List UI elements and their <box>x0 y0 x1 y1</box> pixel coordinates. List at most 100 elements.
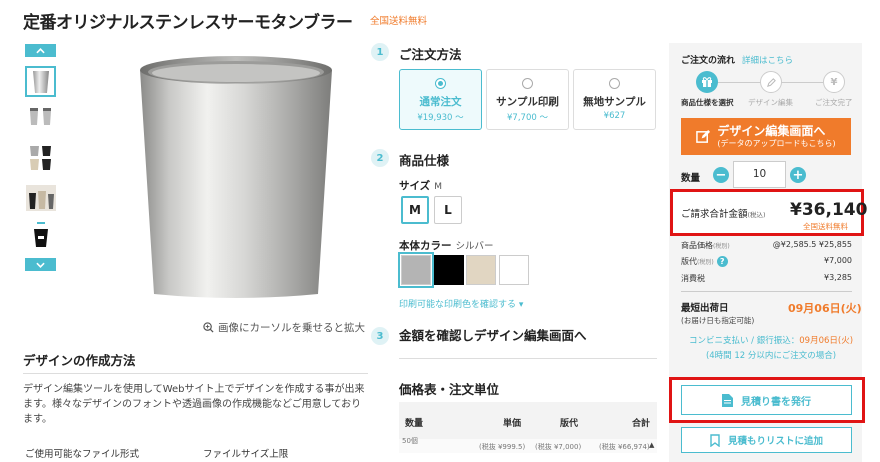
print-colors-link[interactable]: 印刷可能な印刷色を確認する ▾ <box>399 297 523 310</box>
step-number: 3 <box>371 327 389 345</box>
file-format-label: ご使用可能なファイル形式 <box>25 449 140 460</box>
tumbler-thumb-image <box>33 221 48 247</box>
add-to-quote-list-label: 見積もりリストに追加 <box>727 436 823 447</box>
color-current: シルバー <box>455 241 494 252</box>
thumbnail-2[interactable] <box>25 101 56 132</box>
size-option-l[interactable]: L <box>434 196 462 224</box>
shipping-badge: 全国送料無料 <box>370 16 428 27</box>
table-row[interactable]: 50個 (税抜 ¥999.5) (税抜 ¥7,000) (税抜 ¥66,974)… <box>399 437 657 453</box>
color-swatch-white[interactable] <box>499 255 529 285</box>
total-free-shipping: 全国送料無料 <box>803 222 848 231</box>
flow-label-complete: ご注文完了 <box>815 98 853 107</box>
option-price: ¥627 <box>603 111 626 121</box>
file-size-label: ファイルサイズ上限 <box>203 449 289 460</box>
tumbler-thumb-image <box>29 107 51 125</box>
color-swatch-silver[interactable] <box>398 252 434 288</box>
col-plate: 版代 <box>560 419 579 429</box>
quantity-input[interactable]: 10 <box>733 161 786 188</box>
flow-step-complete: ¥ <box>823 71 845 93</box>
quantity-label: 数量 <box>681 173 701 184</box>
size-option-m[interactable]: M <box>401 196 429 224</box>
thumbnail-3[interactable] <box>25 142 56 173</box>
issue-quote-button[interactable]: 見積り書を発行 <box>681 385 852 415</box>
radio-icon <box>522 78 533 89</box>
ship-date: 09月06日(火) <box>788 302 862 315</box>
chevron-down-icon <box>36 262 45 268</box>
breakdown-value: ¥3,285 <box>824 273 852 282</box>
step-title-confirm: 金額を確認しデザイン編集画面へ <box>399 328 587 343</box>
total-label: ご請求合計金額(税込) <box>681 206 766 220</box>
quantity-increase-button[interactable]: + <box>790 167 806 183</box>
cell-unit: (税抜 ¥999.5) <box>479 443 526 451</box>
zoom-icon <box>203 322 214 333</box>
quantity-decrease-button[interactable]: − <box>713 167 729 183</box>
tumbler-image <box>140 56 332 298</box>
cell-qty: 50個 <box>402 437 418 445</box>
order-option-sample-print[interactable]: サンプル印刷 ¥7,700 〜 <box>486 69 569 130</box>
thumb-scroll-down-button[interactable] <box>25 258 56 271</box>
color-swatch-beige[interactable] <box>466 255 496 285</box>
yen-icon: ¥ <box>830 76 838 88</box>
order-flow-title: ご注文の流れ <box>681 56 736 66</box>
add-to-quote-list-button[interactable]: 見積もりリストに追加 <box>681 427 852 453</box>
col-qty: 数量 <box>405 419 424 429</box>
design-howto-title: デザインの作成方法 <box>23 353 136 368</box>
option-price: ¥7,700 〜 <box>507 113 548 123</box>
tumbler-thumb-image <box>29 145 51 170</box>
ship-date-title: 最短出荷日 <box>681 303 729 314</box>
breakdown-note: (税別) <box>697 259 714 266</box>
breakdown-label-text: 版代 <box>681 257 697 266</box>
flow-label-select: 商品仕様を選択 <box>681 98 734 107</box>
step-number: 1 <box>371 43 389 61</box>
divider <box>681 291 852 292</box>
flow-label-design: デザイン編集 <box>748 98 793 107</box>
step-number: 2 <box>371 149 389 167</box>
total-label-note: (税込) <box>747 211 766 219</box>
order-option-plain-sample[interactable]: 無地サンプル ¥627 <box>573 69 656 130</box>
size-label-text: サイズ <box>399 180 431 192</box>
thumb-scroll-up-button[interactable] <box>25 44 56 57</box>
step-title-spec: 商品仕様 <box>399 153 450 168</box>
breakdown-label-text: 商品価格 <box>681 241 713 250</box>
ship-date-subtitle: (お届け日も指定可能) <box>681 316 755 325</box>
breakdown-label: 商品価格(税別) <box>681 240 730 251</box>
radio-icon <box>435 78 446 89</box>
order-flow-details-link[interactable]: 詳細はこちら <box>742 54 793 66</box>
divider <box>399 358 657 359</box>
chevron-up-icon <box>36 47 45 53</box>
breakdown-label: 消費税 <box>681 274 705 283</box>
total-label-text: ご請求合計金額 <box>681 209 748 220</box>
breakdown-value: ¥7,000 <box>824 256 852 265</box>
tumbler-thumb-image <box>25 184 56 211</box>
product-main-image[interactable] <box>130 44 342 304</box>
scroll-up-icon[interactable]: ▲ <box>649 441 654 449</box>
edit-icon <box>696 129 711 143</box>
go-to-design-editor-button[interactable]: デザイン編集画面へ (データのアップロードもこちら) <box>681 118 851 155</box>
payment-method-text: コンビニ支払い / 銀行振込： <box>688 336 800 346</box>
order-deadline-note: (4時間 12 分以内にご注文の場合) <box>705 351 837 361</box>
product-title: 定番オリジナルステンレスサーモタンブラー <box>23 13 353 33</box>
breakdown-value: @¥2,585.5 ¥25,855 <box>772 240 852 249</box>
issue-quote-label: 見積り書を発行 <box>741 396 811 408</box>
bookmark-icon <box>710 433 720 447</box>
document-icon <box>722 393 733 407</box>
order-option-normal[interactable]: 通常注文 ¥19,930 〜 <box>399 69 482 130</box>
design-button-sublabel: (データのアップロードもこちら) <box>717 138 836 148</box>
color-swatch-black[interactable] <box>434 255 464 285</box>
tumbler-thumb-image <box>32 70 49 93</box>
gift-icon <box>702 77 712 87</box>
thumbnail-1[interactable] <box>25 66 56 97</box>
size-label: サイズ M <box>399 178 442 193</box>
divider <box>23 373 368 374</box>
payment-ship-date: 09月06日(火) <box>799 336 854 346</box>
help-icon[interactable]: ? <box>716 256 728 267</box>
option-name: 通常注文 <box>419 96 462 108</box>
breakdown-label: 版代(税別)? <box>681 256 728 267</box>
col-unit: 単価 <box>503 419 522 429</box>
pencil-icon <box>766 77 776 87</box>
thumbnail-4[interactable] <box>25 182 56 213</box>
zoom-hint: 画像にカーソルを乗せると拡大 <box>203 320 365 335</box>
flow-step-design <box>760 71 782 93</box>
payment-ship-info: コンビニ支払い / 銀行振込：09月06日(火) <box>681 334 861 346</box>
thumbnail-5[interactable] <box>25 219 56 250</box>
